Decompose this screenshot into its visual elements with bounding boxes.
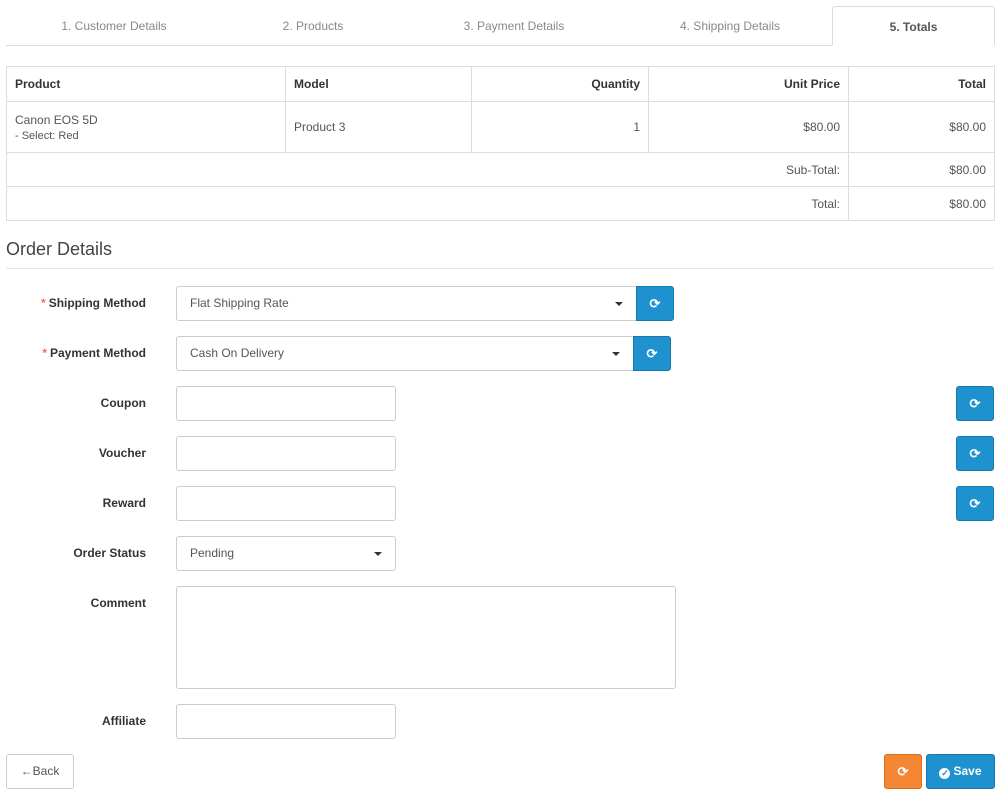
subtotal-value: $80.00 xyxy=(848,152,995,187)
quantity-cell: 1 xyxy=(471,101,649,153)
affiliate-row: Affiliate xyxy=(0,704,1005,739)
product-cell: Canon EOS 5D - Select: Red xyxy=(6,101,286,153)
voucher-row: Voucher ⟳ xyxy=(0,436,1005,471)
tab-shipping-details[interactable]: 4. Shipping Details xyxy=(624,6,836,46)
col-unit-price: Unit Price xyxy=(648,66,849,102)
order-status-label: Order Status xyxy=(73,546,146,560)
reward-input[interactable] xyxy=(176,486,396,521)
save-button[interactable]: ✓ Save xyxy=(926,754,995,789)
total-cell: $80.00 xyxy=(848,101,995,153)
order-status-row: Order Status Pending xyxy=(0,536,1005,571)
check-circle-icon: ✓ xyxy=(939,768,951,779)
tab-totals[interactable]: 5. Totals xyxy=(832,6,995,46)
comment-textarea[interactable] xyxy=(176,586,676,689)
voucher-input[interactable] xyxy=(176,436,396,471)
shipping-method-select[interactable]: Flat Shipping Rate xyxy=(176,286,637,321)
comment-label: Comment xyxy=(90,596,146,610)
total-label: Total: xyxy=(6,186,849,221)
reward-label: Reward xyxy=(102,496,146,510)
refresh-order-button[interactable]: ⟳ xyxy=(884,754,922,789)
shipping-method-label: * Shipping Method xyxy=(41,296,146,310)
caret-down-icon xyxy=(612,352,620,356)
checkout-tabs: 1. Customer Details 2. Products 3. Payme… xyxy=(6,6,995,46)
required-mark: * xyxy=(41,296,46,310)
order-status-select[interactable]: Pending xyxy=(176,536,396,571)
comment-row: Comment xyxy=(0,586,1005,689)
apply-coupon-button[interactable]: ⟳ xyxy=(956,386,994,421)
arrow-left-icon: ← xyxy=(20,764,33,778)
coupon-row: Coupon ⟳ xyxy=(0,386,1005,421)
tab-payment-details[interactable]: 3. Payment Details xyxy=(408,6,620,46)
refresh-icon: ⟳ xyxy=(649,296,661,311)
total-row: Total: $80.00 xyxy=(6,186,995,221)
refresh-icon: ⟳ xyxy=(969,446,981,461)
model-cell: Product 3 xyxy=(285,101,472,153)
table-header-row: Product Model Quantity Unit Price Total xyxy=(6,66,995,102)
tab-customer-details[interactable]: 1. Customer Details xyxy=(6,6,222,46)
refresh-payment-button[interactable]: ⟳ xyxy=(633,336,671,371)
col-model: Model xyxy=(285,66,472,102)
affiliate-label: Affiliate xyxy=(101,714,146,728)
voucher-label: Voucher xyxy=(98,446,146,460)
coupon-input[interactable] xyxy=(176,386,396,421)
payment-method-label: * Payment Method xyxy=(42,346,146,360)
order-details-heading: Order Details xyxy=(6,239,994,269)
back-button-label: Back xyxy=(32,764,60,778)
tab-products[interactable]: 2. Products xyxy=(222,6,404,46)
col-quantity: Quantity xyxy=(471,66,649,102)
products-table: Product Model Quantity Unit Price Total … xyxy=(6,66,995,221)
refresh-icon: ⟳ xyxy=(969,496,981,511)
subtotal-label: Sub-Total: xyxy=(6,152,849,187)
refresh-icon: ⟳ xyxy=(646,346,658,361)
affiliate-input[interactable] xyxy=(176,704,396,739)
apply-voucher-button[interactable]: ⟳ xyxy=(956,436,994,471)
product-name: Canon EOS 5D xyxy=(15,112,98,127)
unit-price-cell: $80.00 xyxy=(648,101,849,153)
col-product: Product xyxy=(6,66,286,102)
subtotal-row: Sub-Total: $80.00 xyxy=(6,152,995,187)
total-value: $80.00 xyxy=(848,186,995,221)
payment-method-row: * Payment Method Cash On Delivery ⟳ xyxy=(0,336,1005,371)
caret-down-icon xyxy=(615,302,623,306)
col-total: Total xyxy=(848,66,995,102)
table-row: Canon EOS 5D - Select: Red Product 3 1 $… xyxy=(6,101,995,153)
back-button[interactable]: ←Back xyxy=(6,754,74,789)
refresh-shipping-button[interactable]: ⟳ xyxy=(636,286,674,321)
caret-down-icon xyxy=(374,552,382,556)
payment-method-select[interactable]: Cash On Delivery xyxy=(176,336,634,371)
reward-row: Reward ⟳ xyxy=(0,486,1005,521)
refresh-icon: ⟳ xyxy=(897,764,909,779)
shipping-method-row: * Shipping Method Flat Shipping Rate ⟳ xyxy=(0,286,1005,321)
save-button-label: Save xyxy=(953,764,982,778)
apply-reward-button[interactable]: ⟳ xyxy=(956,486,994,521)
coupon-label: Coupon xyxy=(100,396,146,410)
product-option: - Select: Red xyxy=(15,129,79,142)
required-mark: * xyxy=(42,346,47,360)
refresh-icon: ⟳ xyxy=(969,396,981,411)
